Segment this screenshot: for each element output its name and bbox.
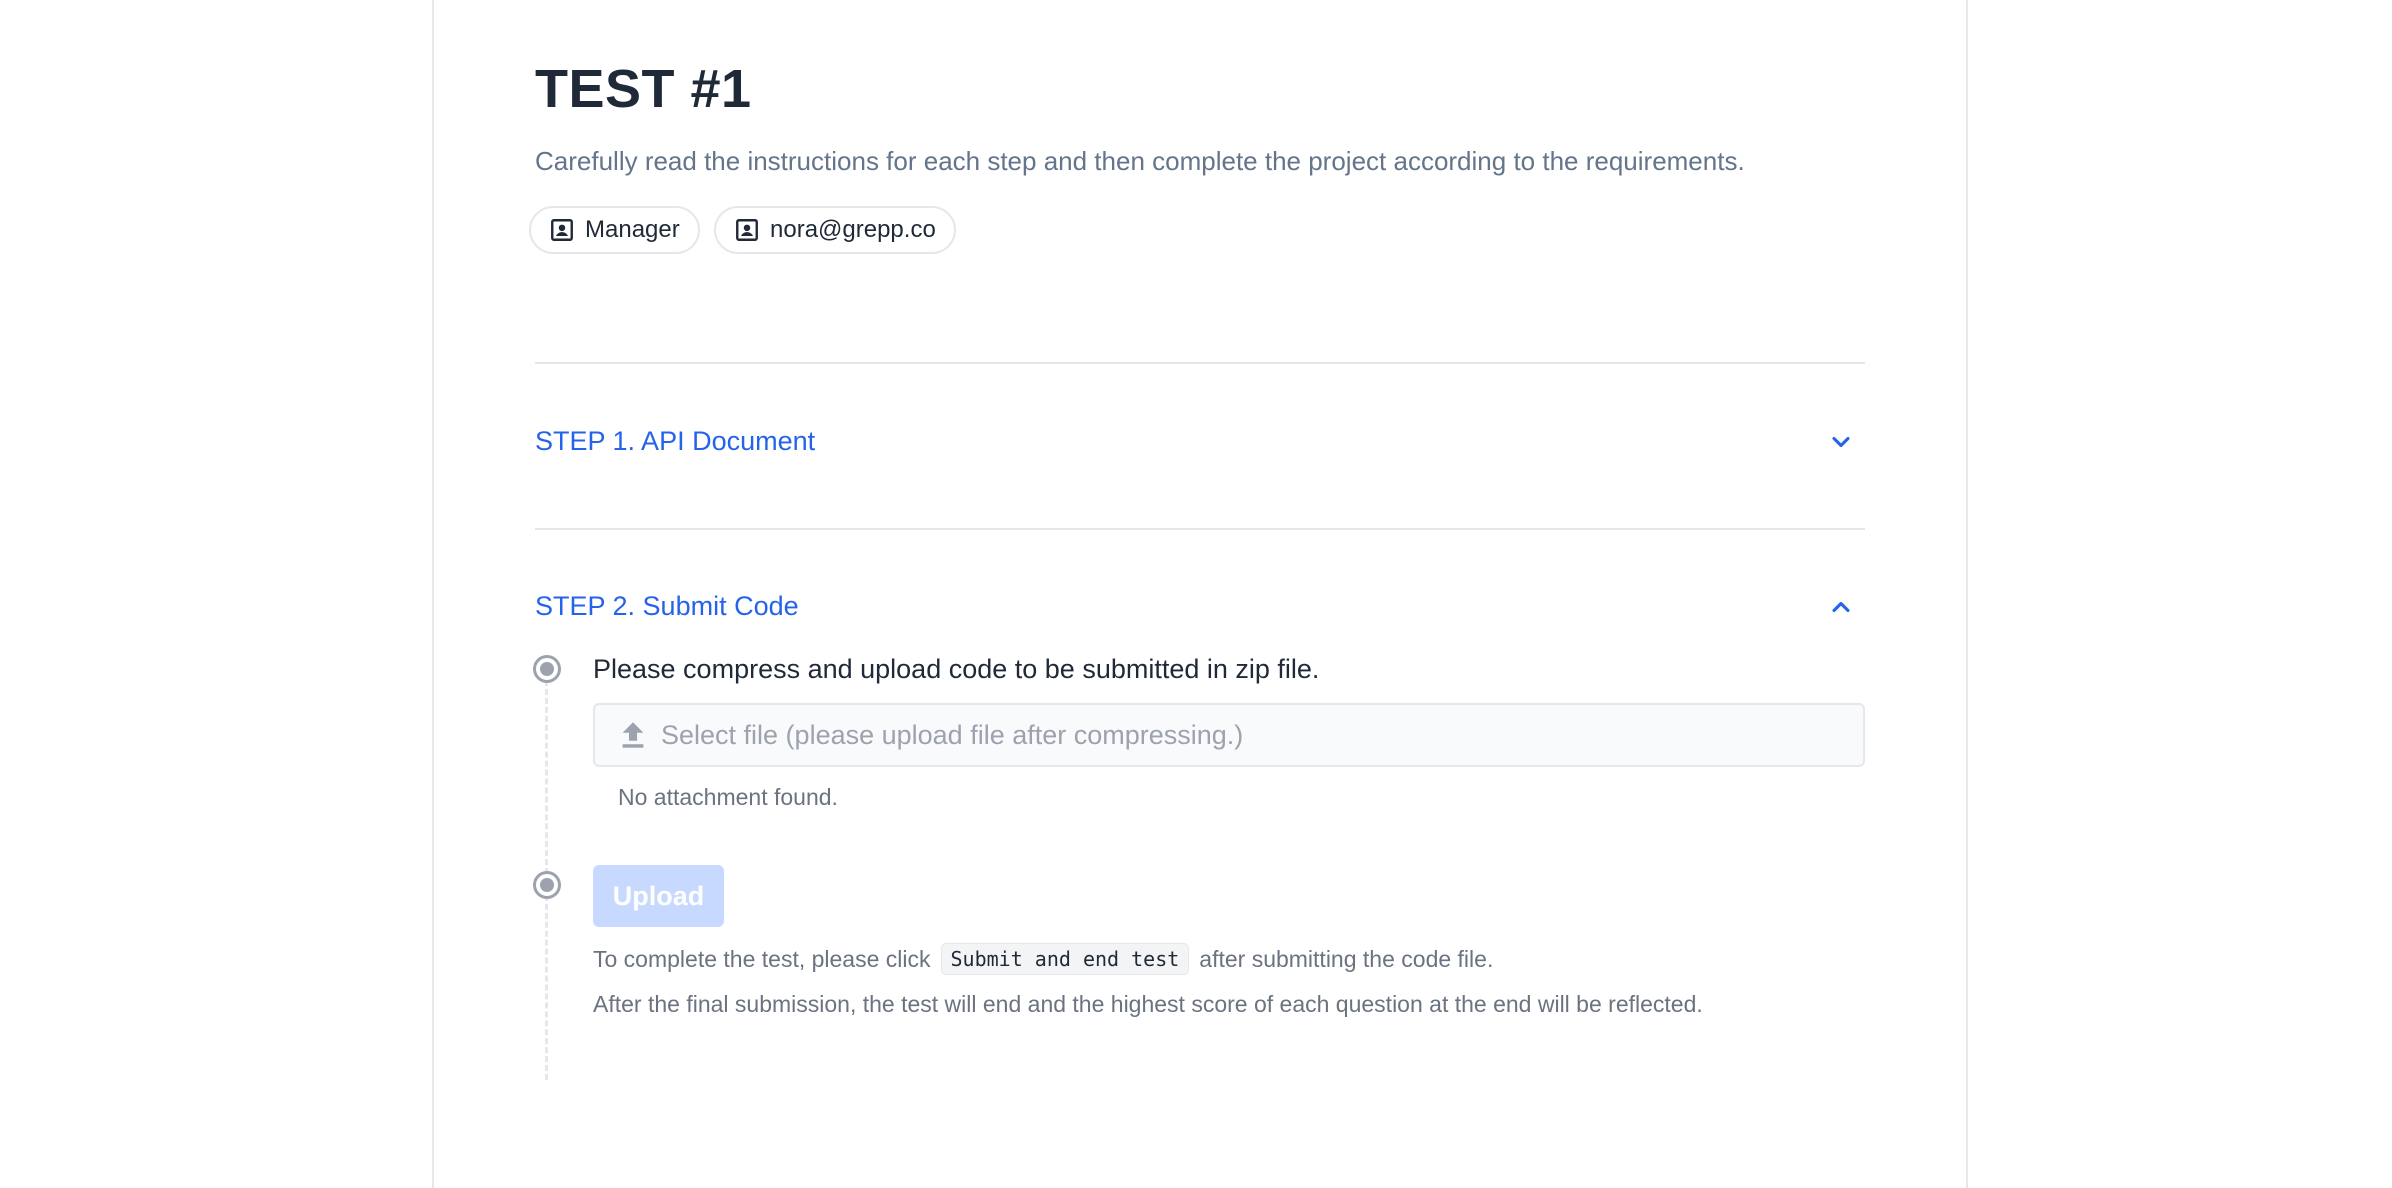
upload-button[interactable]: Upload	[593, 865, 724, 927]
contact-card-icon	[734, 217, 760, 243]
step-2-title: STEP 2. Submit Code	[535, 591, 799, 621]
contact-card-icon	[549, 217, 575, 243]
upload-instruction: Please compress and upload code to be su…	[593, 654, 1320, 684]
submit-end-code: Submit and end test	[940, 943, 1190, 975]
final-note: After the final submission, the test wil…	[593, 991, 1703, 1017]
step-1-title: STEP 1. API Document	[535, 426, 816, 456]
chip-label: nora@grepp.co	[770, 216, 936, 243]
note-suffix: after submitting the code file.	[1199, 945, 1494, 972]
note-prefix: To complete the test, please click	[593, 945, 931, 972]
file-select-input[interactable]: Select file (please upload file after co…	[593, 703, 1865, 767]
chevron-up-icon[interactable]	[1827, 593, 1865, 621]
chip-label: Manager	[585, 216, 680, 243]
chevron-down-icon[interactable]	[1827, 428, 1865, 456]
divider	[535, 528, 1865, 530]
no-attachment-text: No attachment found.	[618, 784, 838, 810]
file-placeholder: Select file (please upload file after co…	[661, 719, 1244, 750]
divider	[535, 362, 1865, 364]
page-title: TEST #1	[535, 59, 752, 119]
page-description: Carefully read the instructions for each…	[535, 146, 1745, 176]
step-1-header[interactable]: STEP 1. API Document	[535, 426, 1865, 457]
chip-role: Manager	[529, 206, 700, 254]
upload-icon	[619, 720, 647, 750]
timeline-dot	[533, 655, 561, 683]
submit-note: To complete the test, please click Submi…	[593, 943, 1493, 975]
chip-email: nora@grepp.co	[714, 206, 956, 254]
step-2-header[interactable]: STEP 2. Submit Code	[535, 591, 1865, 622]
timeline-dot	[533, 871, 561, 899]
